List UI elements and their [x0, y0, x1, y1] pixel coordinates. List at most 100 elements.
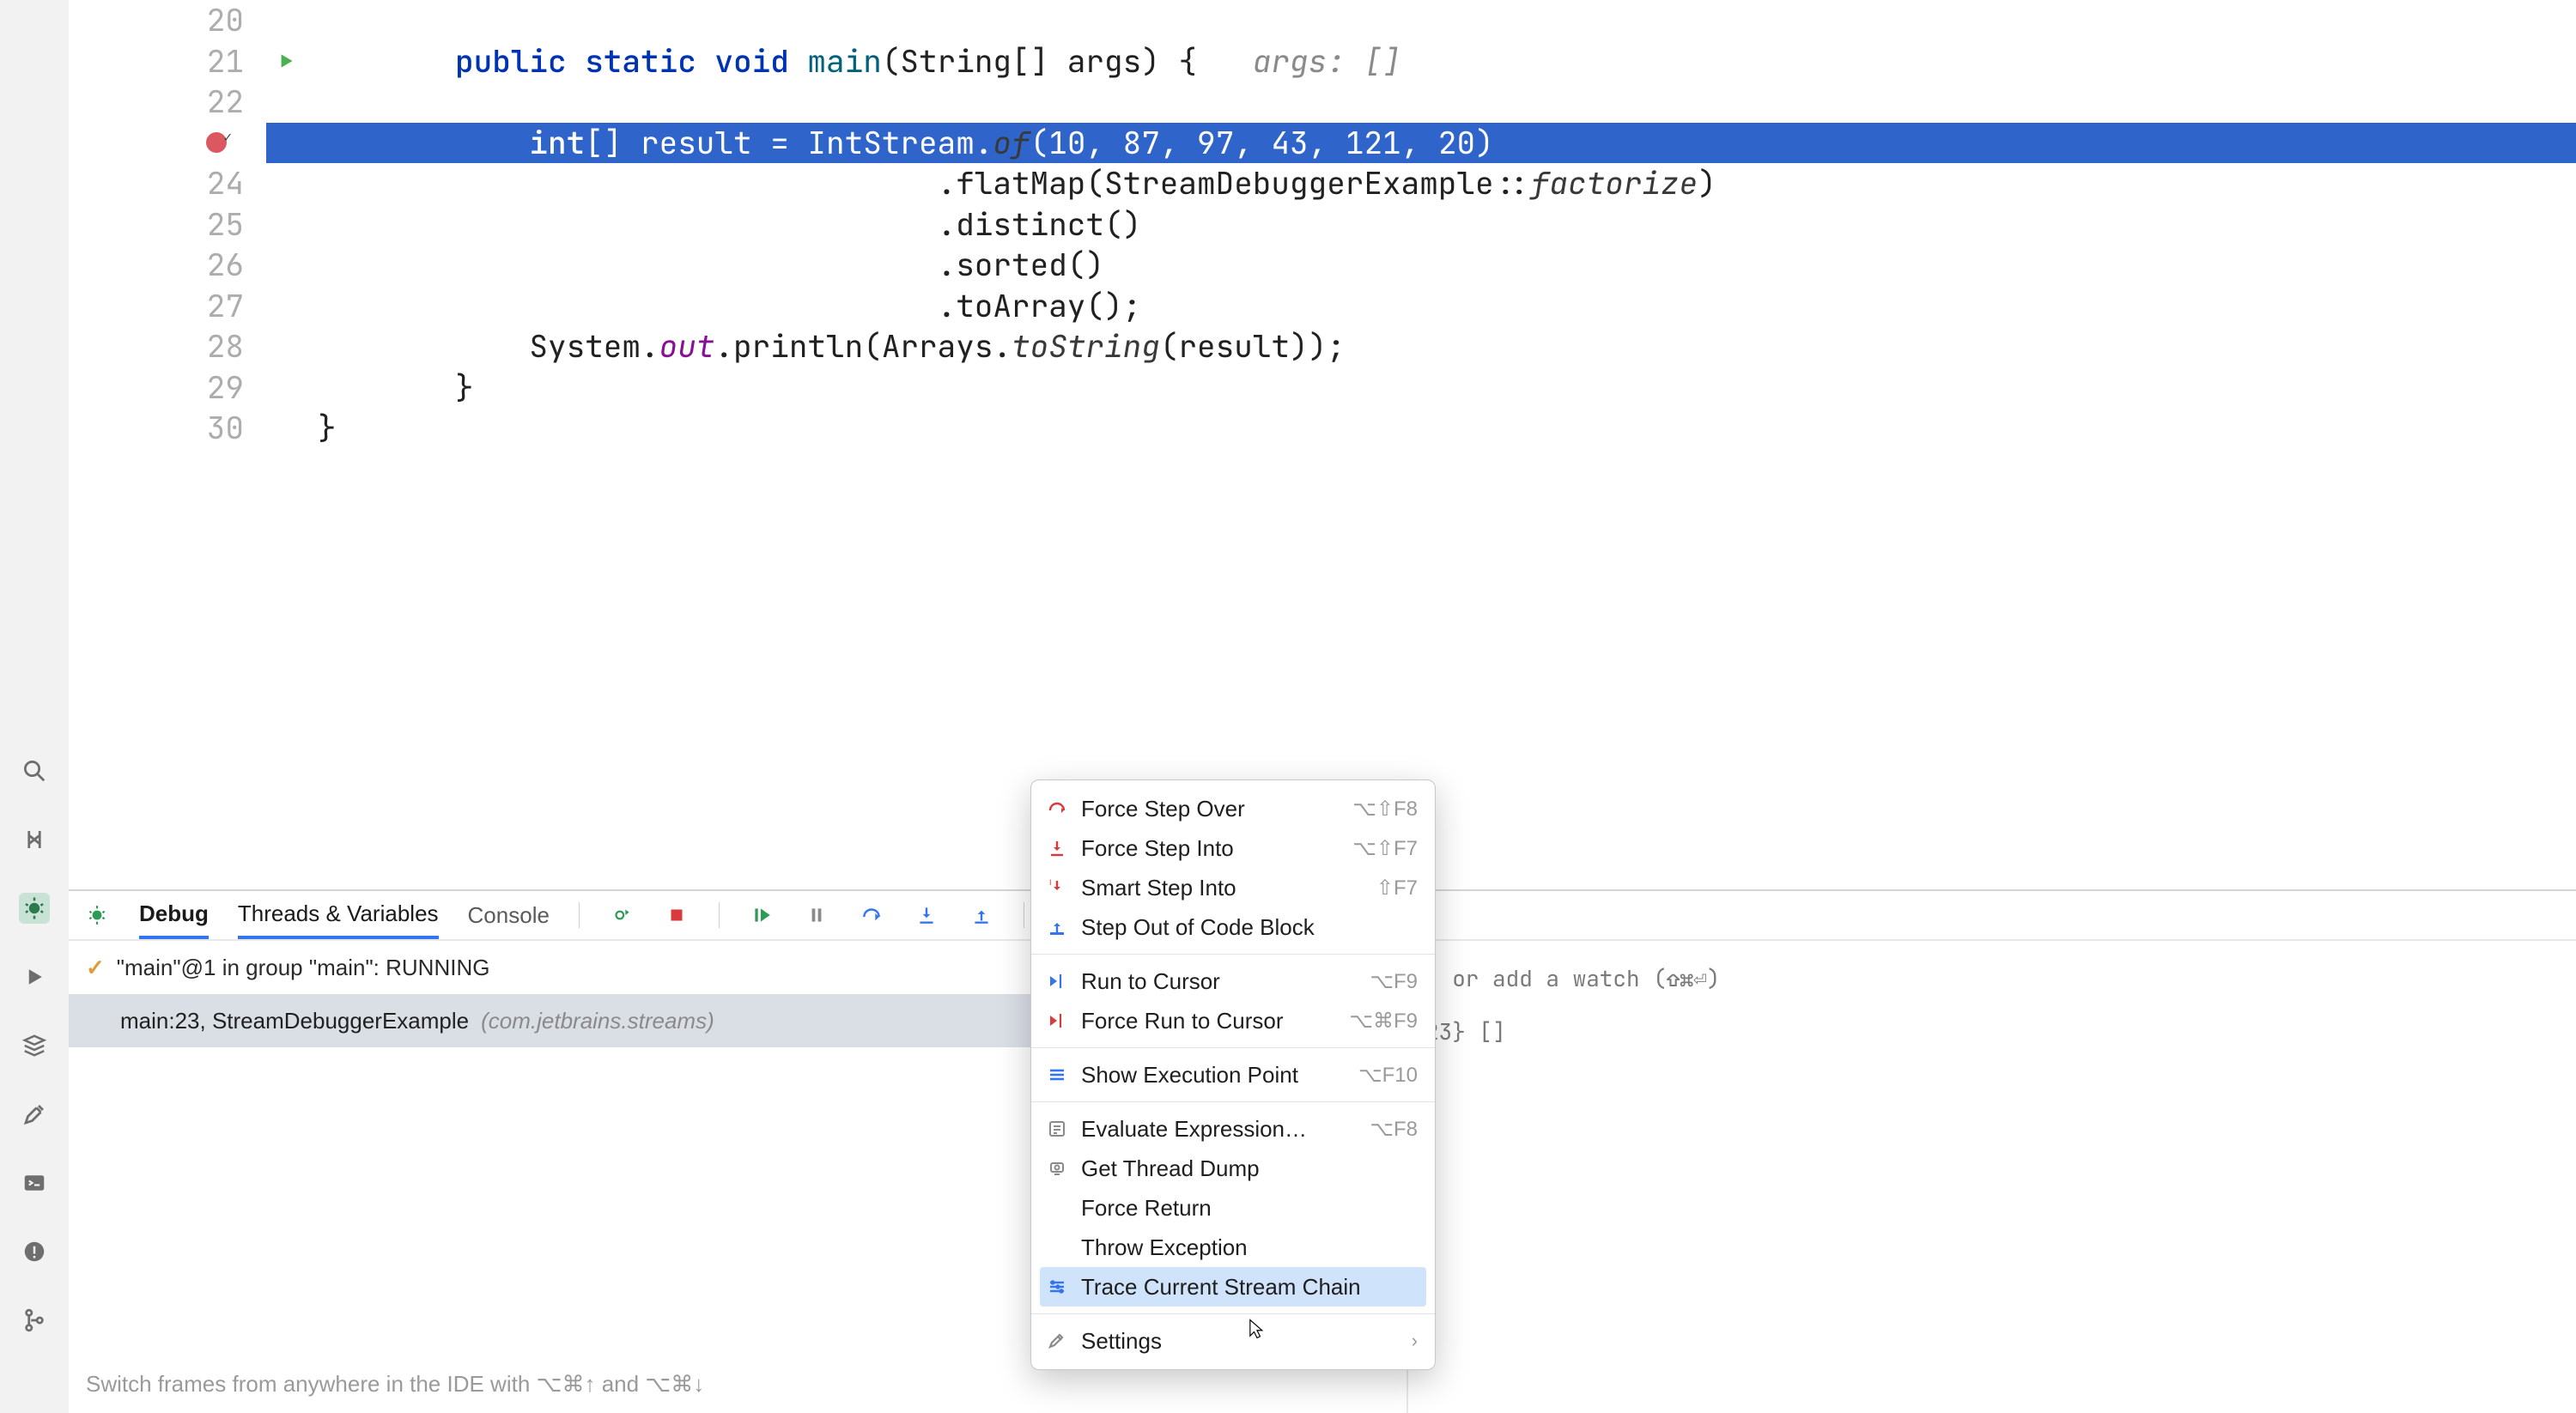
blank-icon [1045, 1196, 1069, 1220]
terminal-icon[interactable] [19, 1167, 50, 1198]
run-icon[interactable] [19, 961, 50, 992]
problems-icon[interactable] [19, 1236, 50, 1267]
menu-item-force-return[interactable]: Force Return [1031, 1188, 1435, 1228]
gutter-line[interactable]: 30 [69, 408, 266, 449]
step-over-icon[interactable] [859, 902, 884, 928]
gutter-line[interactable]: 29 [69, 367, 266, 409]
pause-icon[interactable] [804, 902, 829, 928]
git-icon[interactable] [19, 1305, 50, 1336]
services-icon[interactable] [19, 1030, 50, 1061]
run-to-cursor-icon [1045, 969, 1069, 993]
menu-item-step-out-of-code-block[interactable]: Step Out of Code Block [1031, 907, 1435, 947]
code-line[interactable]: } [266, 408, 2576, 449]
settings-icon [1045, 1329, 1069, 1353]
menu-item-force-step-over[interactable]: Force Step Over⌥⇧F8 [1031, 789, 1435, 828]
menu-item-label: Smart Step Into [1081, 875, 1364, 901]
breakpoint-verified-icon: ✓ [223, 128, 232, 146]
step-out-icon[interactable] [969, 902, 994, 928]
menu-item-run-to-cursor[interactable]: Run to Cursor ⌥F9 [1031, 961, 1435, 1001]
svg-text:I: I [1049, 878, 1052, 887]
code-editor[interactable]: 202122 ✓ 24252627282930 public static void… [69, 0, 2576, 889]
gutter-line[interactable]: 21 [69, 41, 266, 82]
force-run-to-cursor-icon [1045, 1009, 1069, 1033]
menu-item-label: Get Thread Dump [1081, 1155, 1418, 1182]
gutter-line[interactable]: 28 [69, 326, 266, 367]
code-line[interactable]: .sorted() [266, 245, 2576, 286]
search-icon[interactable] [19, 755, 50, 786]
menu-item-label: Run to Cursor [1081, 968, 1358, 995]
menu-item-show-execution-point[interactable]: Show Execution Point⌥F10 [1031, 1055, 1435, 1095]
menu-item-force-run-to-cursor[interactable]: Force Run to Cursor⌥⌘F9 [1031, 1001, 1435, 1040]
debug-context-menu: Force Step Over⌥⇧F8Force Step Into⌥⇧F7 I S… [1030, 779, 1436, 1370]
blank-icon [1045, 1235, 1069, 1259]
build-icon[interactable] [19, 1099, 50, 1130]
stop-icon[interactable] [664, 902, 690, 928]
gutter-line[interactable]: 22 [69, 82, 266, 123]
menu-item-trace-current-stream-chain[interactable]: Trace Current Stream Chain [1040, 1267, 1426, 1307]
menu-item-evaluate-expression[interactable]: Evaluate Expression…⌥F8 [1031, 1109, 1435, 1149]
variable-row-args[interactable]: 23} [] [1425, 1004, 2559, 1058]
menu-separator [1031, 1313, 1435, 1314]
force-step-into-icon [1045, 836, 1069, 860]
gutter-line[interactable]: 24 [69, 163, 266, 204]
vcs-icon[interactable] [19, 824, 50, 855]
menu-item-label: Force Step Into [1081, 835, 1340, 862]
left-tool-rail [0, 0, 69, 1413]
resume-icon[interactable] [749, 902, 775, 928]
editor-gutter: 202122 ✓ 24252627282930 [69, 0, 266, 889]
debug-tool-icon[interactable] [19, 893, 50, 924]
menu-separator [1031, 954, 1435, 955]
code-line[interactable]: } [266, 367, 2576, 409]
menu-item-throw-exception[interactable]: Throw Exception [1031, 1228, 1435, 1267]
code-line[interactable]: .flatMap(StreamDebuggerExample::factoriz… [266, 163, 2576, 204]
chevron-right-icon: › [1412, 1330, 1418, 1352]
evaluate-icon [1045, 1117, 1069, 1141]
gutter-line[interactable]: 26 [69, 245, 266, 286]
menu-item-settings[interactable]: Settings › [1031, 1321, 1435, 1361]
code-line[interactable]: .toArray(); [266, 286, 2576, 327]
code-line[interactable]: int[] result = IntStream.of(10, 87, 97, … [266, 123, 2576, 164]
menu-item-shortcut: ⌥F9 [1370, 969, 1418, 994]
variables-column: ) or add a watch (⇧⌘⏎) 23} [] [1408, 941, 2576, 1413]
force-step-over-icon [1045, 797, 1069, 821]
variables-hint: ) or add a watch (⇧⌘⏎) [1425, 951, 2559, 1004]
tab-console[interactable]: Console [468, 894, 550, 937]
code-area[interactable]: public static void main(String[] args) {… [266, 0, 2576, 889]
code-line[interactable]: .distinct() [266, 204, 2576, 246]
menu-item-label: Throw Exception [1081, 1234, 1418, 1261]
gutter-line[interactable]: ✓ [69, 123, 266, 164]
show-exec-point-icon [1045, 1063, 1069, 1087]
rerun-icon[interactable] [609, 902, 635, 928]
thread-status-text: "main"@1 in group "main": RUNNING [117, 955, 490, 981]
menu-item-label: Force Return [1081, 1195, 1418, 1222]
gutter-line[interactable]: 20 [69, 0, 266, 41]
menu-item-label: Force Run to Cursor [1081, 1008, 1337, 1034]
menu-item-shortcut: ⇧F7 [1376, 876, 1418, 901]
menu-item-force-step-into[interactable]: Force Step Into⌥⇧F7 [1031, 828, 1435, 868]
tab-threads-variables[interactable]: Threads & Variables [238, 892, 439, 939]
thread-dump-icon [1045, 1156, 1069, 1180]
gutter-line[interactable]: 25 [69, 204, 266, 246]
menu-item-label: Force Step Over [1081, 796, 1340, 822]
step-into-icon[interactable] [914, 902, 939, 928]
menu-item-label: Evaluate Expression… [1081, 1116, 1358, 1143]
menu-item-smart-step-into[interactable]: I Smart Step Into ⇧F7 [1031, 868, 1435, 907]
code-line[interactable]: System.out.println(Arrays.toString(resul… [266, 326, 2576, 367]
gutter-line[interactable]: 27 [69, 286, 266, 327]
frame-location: main:23, StreamDebuggerExample [120, 1008, 469, 1034]
menu-item-get-thread-dump[interactable]: Get Thread Dump [1031, 1149, 1435, 1188]
menu-item-label: Step Out of Code Block [1081, 914, 1418, 941]
code-line[interactable]: public static void main(String[] args) {… [266, 41, 2576, 82]
debug-indicator-icon [84, 902, 110, 928]
trace-stream-icon [1045, 1275, 1069, 1299]
menu-item-shortcut: ⌥F10 [1358, 1063, 1418, 1088]
menu-item-label: Settings [1081, 1328, 1400, 1355]
code-line[interactable] [266, 82, 2576, 123]
menu-separator [1031, 1047, 1435, 1048]
menu-separator [1031, 1101, 1435, 1102]
frames-hint-footer: Switch frames from anywhere in the IDE w… [86, 1371, 704, 1398]
tab-debug[interactable]: Debug [139, 892, 209, 939]
thread-check-icon: ✓ [86, 955, 105, 981]
menu-item-label: Trace Current Stream Chain [1081, 1274, 1418, 1301]
code-line[interactable] [266, 0, 2576, 41]
